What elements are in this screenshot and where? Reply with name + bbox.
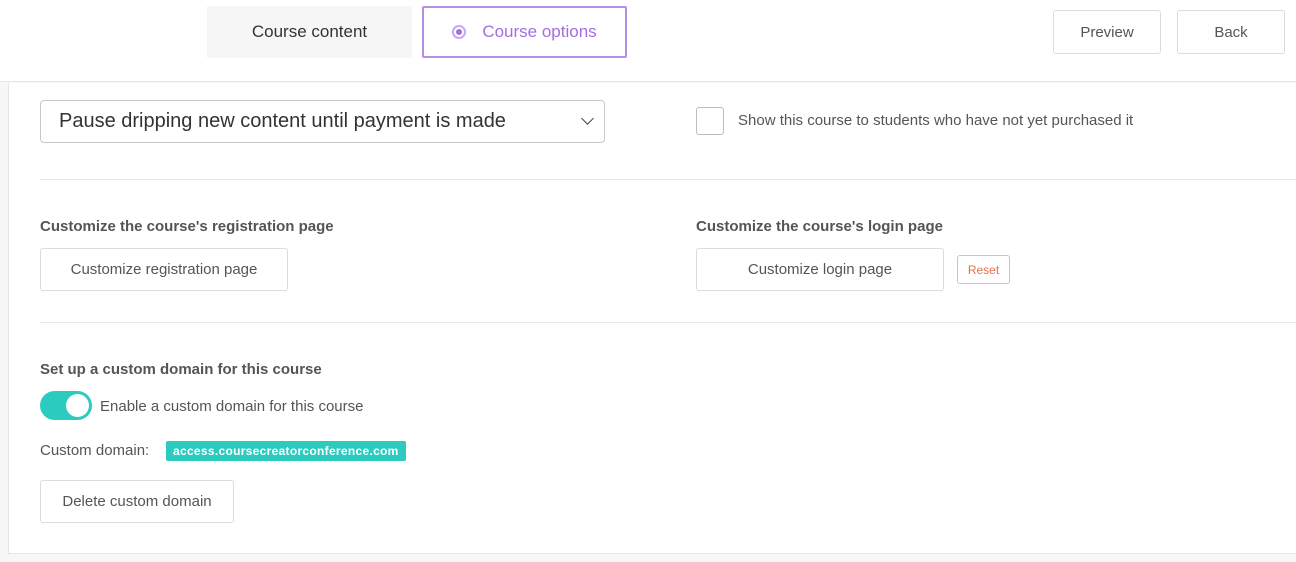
tab-label: Course content bbox=[251, 22, 368, 41]
custom-domain-heading: Set up a custom domain for this course bbox=[40, 361, 322, 378]
custom-domain-badge: access.coursecreatorconference.com bbox=[166, 441, 406, 461]
custom-domain-label: Custom domain: bbox=[40, 442, 150, 459]
login-heading: Customize the course's login page bbox=[696, 218, 943, 235]
top-bar: Course content Course options Preview Ba… bbox=[0, 0, 1296, 82]
radio-dot-icon bbox=[452, 25, 467, 39]
enable-custom-domain-toggle[interactable] bbox=[40, 391, 92, 420]
back-button[interactable]: Back bbox=[1177, 10, 1285, 54]
tab-course-content[interactable]: Course content bbox=[207, 6, 412, 58]
checkbox-label: Show this course to students who have no… bbox=[738, 112, 1134, 129]
toggle-knob bbox=[66, 394, 89, 417]
reset-login-button[interactable]: Reset bbox=[957, 255, 1010, 284]
chevron-down-icon bbox=[581, 112, 594, 125]
drip-setting-select[interactable]: Pause dripping new content until payment… bbox=[40, 100, 605, 143]
toggle-label: Enable a custom domain for this course bbox=[100, 398, 364, 415]
preview-button[interactable]: Preview bbox=[1053, 10, 1161, 54]
tab-label: Course options bbox=[482, 22, 597, 41]
registration-heading: Customize the course's registration page bbox=[40, 218, 334, 235]
customize-login-button[interactable]: Customize login page bbox=[696, 248, 944, 291]
select-value: Pause dripping new content until payment… bbox=[59, 110, 506, 132]
tab-course-options[interactable]: Course options bbox=[422, 6, 627, 58]
delete-custom-domain-button[interactable]: Delete custom domain bbox=[40, 480, 234, 523]
customize-registration-button[interactable]: Customize registration page bbox=[40, 248, 288, 291]
divider bbox=[40, 322, 1296, 323]
course-options-panel: Pause dripping new content until payment… bbox=[8, 83, 1296, 554]
divider bbox=[40, 179, 1296, 180]
show-unpurchased-checkbox[interactable] bbox=[696, 107, 724, 135]
